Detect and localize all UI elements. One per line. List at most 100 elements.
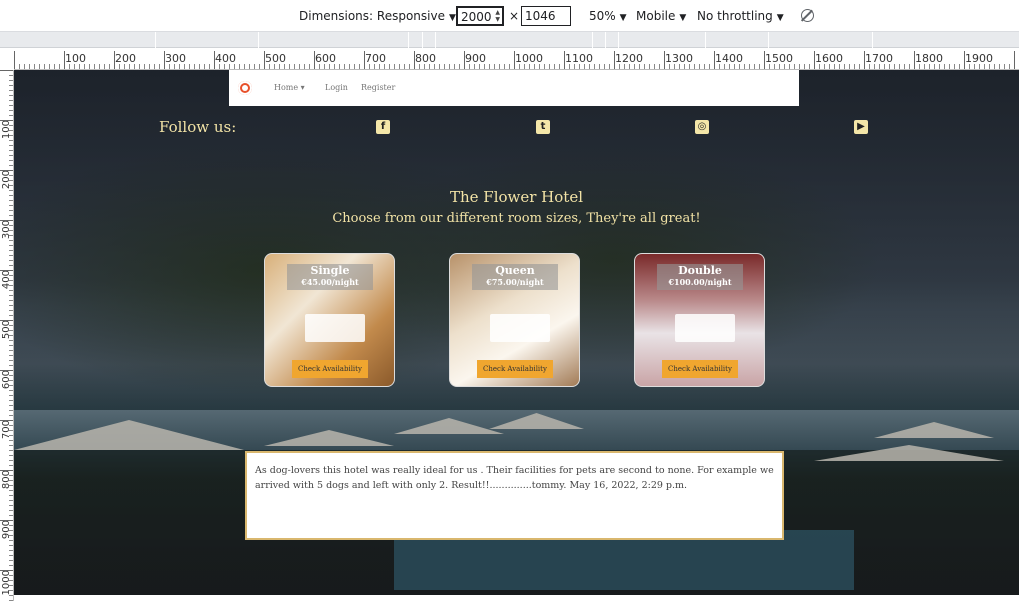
ruler-tick [184, 64, 185, 69]
ruler-tick [9, 465, 13, 466]
caret-down-icon: ▼ [776, 13, 784, 23]
instagram-icon[interactable]: ◎ [695, 120, 709, 134]
ruler-tick [119, 64, 120, 69]
ruler-tick [9, 425, 13, 426]
ruler-tick [84, 64, 85, 69]
ruler-tick [409, 64, 410, 69]
facebook-icon[interactable]: f [376, 120, 390, 134]
spinner-icon[interactable]: ▲ ▼ [495, 9, 500, 23]
ruler-tick [189, 64, 190, 69]
media-query-marker[interactable] [408, 32, 409, 48]
ruler-tick [874, 64, 875, 69]
media-query-marker[interactable] [768, 32, 769, 48]
ruler-tick [9, 160, 13, 161]
ruler-tick [9, 495, 13, 496]
ruler-tick [9, 90, 13, 91]
ruler-tick [69, 64, 70, 69]
ruler-tick [629, 64, 630, 69]
check-availability-button[interactable]: Check Availability [477, 360, 553, 378]
ruler-tick [9, 405, 13, 406]
ruler-tick [104, 64, 105, 69]
ruler-tick [204, 64, 205, 69]
ruler-tick [444, 64, 445, 69]
nav-home-label: Home [274, 83, 299, 92]
nav-register-link[interactable]: Register [361, 83, 395, 92]
throttling-dropdown[interactable]: No throttling ▼ [697, 9, 784, 23]
ruler-tick [659, 64, 660, 69]
ruler-tick [214, 51, 215, 69]
ruler-tick [9, 110, 13, 111]
flower-logo-icon[interactable] [238, 81, 252, 95]
page-title: The Flower Hotel [449, 188, 583, 206]
check-availability-button[interactable]: Check Availability [662, 360, 738, 378]
ruler-tick [9, 195, 13, 196]
media-query-marker[interactable] [605, 32, 606, 48]
zoom-dropdown[interactable]: 50% ▼ [589, 9, 627, 23]
ruler-tick [9, 155, 13, 156]
ruler-tick [964, 51, 965, 69]
ruler-tick [129, 64, 130, 69]
media-query-marker[interactable] [872, 32, 873, 48]
ruler-tick [784, 64, 785, 69]
device-type-dropdown[interactable]: Mobile ▼ [636, 9, 686, 23]
ruler-tick [724, 64, 725, 69]
ruler-tick [454, 64, 455, 69]
ruler-tick [619, 64, 620, 69]
media-query-marker[interactable] [705, 32, 706, 48]
width-input[interactable]: 2000 ▲ ▼ [456, 6, 504, 26]
ruler-tick [89, 64, 90, 69]
follow-us-label: Follow us: [159, 118, 237, 136]
rotate-disabled-icon[interactable] [801, 9, 814, 22]
ruler-tick [469, 64, 470, 69]
devtools-device-toolbar: Dimensions: Responsive ▼ 2000 ▲ ▼ × 1046 5… [0, 0, 1019, 32]
ruler-tick [484, 64, 485, 69]
nav-home-link[interactable]: Home ▾ [274, 83, 305, 92]
ruler-tick [9, 200, 13, 201]
ruler-tick [9, 345, 13, 346]
media-query-marker[interactable] [422, 32, 423, 48]
ruler-tick [9, 380, 13, 381]
media-query-marker[interactable] [258, 32, 259, 48]
ruler-tick [544, 64, 545, 69]
media-query-marker[interactable] [618, 32, 619, 48]
ruler-tick [514, 51, 515, 69]
ruler-tick [309, 64, 310, 69]
ruler-tick [414, 51, 415, 69]
ruler-tick [374, 64, 375, 69]
check-availability-button[interactable]: Check Availability [292, 360, 368, 378]
ruler-tick [164, 51, 165, 69]
ruler-tick [569, 64, 570, 69]
ruler-tick [34, 64, 35, 69]
ruler-tick [989, 64, 990, 69]
ruler-tick [389, 64, 390, 69]
ruler-tick [64, 51, 65, 69]
media-query-marker[interactable] [435, 32, 436, 48]
ruler-tick [714, 51, 715, 69]
media-query-bar[interactable] [0, 32, 1019, 48]
ruler-tick [854, 64, 855, 69]
ruler-tick [1014, 51, 1015, 69]
nav-login-link[interactable]: Login [325, 83, 348, 92]
ruler-tick [9, 515, 13, 516]
ruler-tick [504, 64, 505, 69]
ruler-tick [0, 470, 13, 471]
media-query-marker[interactable] [155, 32, 156, 48]
ruler-tick [169, 64, 170, 69]
ruler-tick [9, 530, 13, 531]
dimensions-dropdown[interactable]: Dimensions: Responsive ▼ [299, 9, 456, 23]
ruler-tick [9, 315, 13, 316]
ruler-tick [809, 64, 810, 69]
caret-down-icon: ▼ [679, 13, 687, 23]
ruler-tick [729, 64, 730, 69]
ruler-tick [1004, 64, 1005, 69]
height-input[interactable]: 1046 [521, 6, 571, 26]
ruler-tick [704, 64, 705, 69]
ruler-tick [304, 64, 305, 69]
twitter-icon[interactable]: t [536, 120, 550, 134]
ruler-tick [9, 135, 13, 136]
caret-down-icon: ▼ [619, 13, 627, 23]
youtube-icon[interactable]: ▶ [854, 120, 868, 134]
height-value: 1046 [525, 9, 556, 23]
media-query-marker[interactable] [592, 32, 593, 48]
ruler-tick [614, 51, 615, 69]
